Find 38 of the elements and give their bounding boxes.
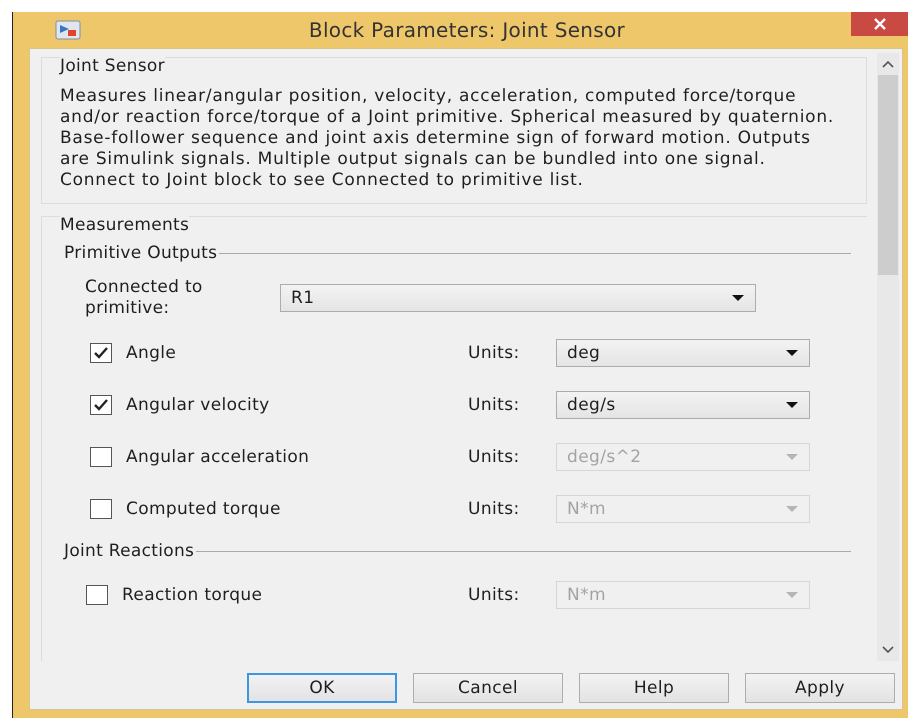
checkbox[interactable]	[90, 343, 112, 363]
scroll-down-icon	[881, 645, 895, 655]
close-button[interactable]	[851, 12, 908, 36]
dialog-button[interactable]: Cancel	[413, 673, 563, 703]
close-icon	[873, 17, 887, 31]
dialog-button[interactable]: Apply	[745, 673, 895, 703]
vertical-scrollbar[interactable]	[877, 53, 899, 661]
checkbox-label: Angular acceleration	[126, 447, 310, 467]
field-label: Connected to primitive:	[85, 277, 204, 319]
checkbox-label: Reaction torque	[122, 585, 264, 605]
scroll-thumb[interactable]	[878, 75, 898, 275]
caret-icon	[785, 453, 799, 461]
block-icon	[55, 20, 81, 40]
caret-icon	[785, 505, 799, 513]
dropdown[interactable]: deg	[556, 339, 810, 367]
units-label: Units:	[468, 395, 521, 415]
dialog-button[interactable]: OK	[247, 673, 397, 703]
units-label: Units:	[468, 447, 521, 467]
units-label: Units:	[468, 585, 521, 605]
description-text: Measures linear/angular position, velocity, acceleration, computed force/torque and/or reaction force/torque of a Joint primitive. Spherical measured by quaternion. Base-follower sequence and joint axis determine sign of forward motion. Outputs are Simulink signals. Multiple output signals can be bundled into one signal. Connect to Joint block to see Connected to primitive list.	[60, 86, 835, 191]
caret-icon	[785, 401, 799, 409]
checkbox-label: Computed torque	[126, 499, 282, 519]
caret-icon	[785, 349, 799, 357]
section-title: Joint Reactions	[64, 541, 194, 561]
checkbox-label: Angle	[126, 343, 178, 363]
dialog-button[interactable]: Help	[579, 673, 729, 703]
window-title: Block Parameters: Joint Sensor	[308, 18, 626, 42]
scroll-up-icon	[881, 59, 895, 69]
dropdown[interactable]: R1	[280, 284, 756, 312]
dropdown[interactable]: deg/s	[556, 391, 810, 419]
group-title: Joint Sensor	[60, 56, 165, 76]
caret-icon	[785, 591, 799, 599]
section-title: Primitive Outputs	[64, 243, 218, 263]
units-label: Units:	[468, 499, 521, 519]
checkbox-label: Angular velocity	[126, 395, 271, 415]
caret-icon	[731, 294, 745, 302]
units-label: Units:	[468, 343, 521, 363]
checkbox[interactable]	[90, 395, 112, 415]
